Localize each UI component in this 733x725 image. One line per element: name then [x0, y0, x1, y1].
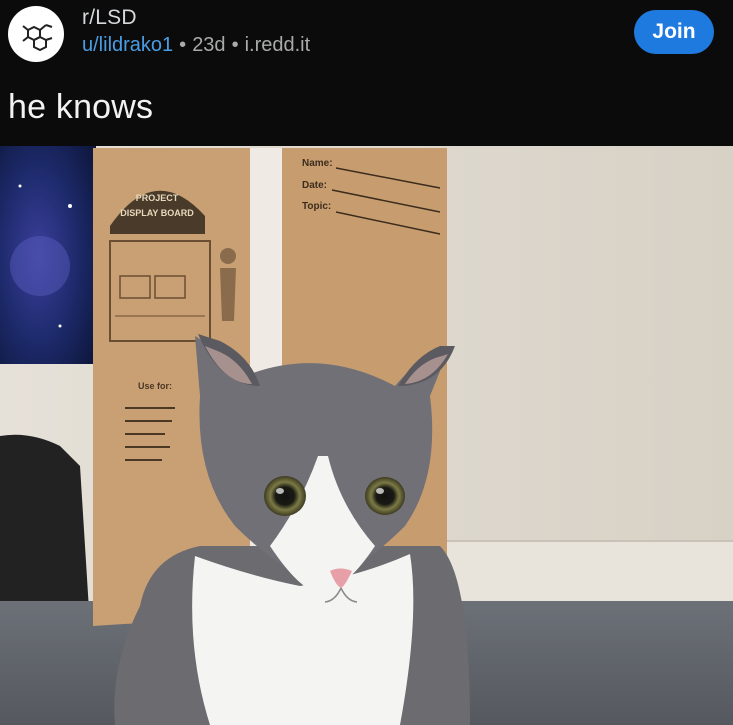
post-meta: u/lildrako1 • 23d • i.redd.it: [82, 34, 310, 57]
meta-separator: •: [179, 34, 187, 56]
post-title[interactable]: he knows: [8, 88, 153, 127]
date-label: Date:: [302, 180, 327, 191]
topic-label: Topic:: [302, 201, 331, 212]
post-image[interactable]: PROJECT DISPLAY BOARD Use for: Name: Dat…: [0, 146, 733, 725]
cat-left-eye: [264, 476, 306, 516]
badge-line1: PROJECT: [136, 193, 179, 203]
join-button[interactable]: Join: [634, 10, 714, 54]
badge-line2: DISPLAY BOARD: [120, 208, 194, 218]
author-link[interactable]: u/lildrako1: [82, 34, 173, 56]
molecule-icon: [22, 24, 53, 52]
cat-right-eye: [365, 477, 405, 515]
use-for-label: Use for:: [138, 381, 172, 391]
subreddit-avatar[interactable]: [8, 6, 64, 62]
cat-photo: PROJECT DISPLAY BOARD Use for: Name: Dat…: [0, 146, 733, 725]
post-domain[interactable]: i.redd.it: [245, 34, 311, 56]
subreddit-name[interactable]: r/LSD: [82, 6, 137, 30]
reddit-post: r/LSD u/lildrako1 • 23d • i.redd.it Join he …: [0, 0, 733, 725]
name-label: Name:: [302, 158, 333, 169]
meta-separator: •: [231, 34, 239, 56]
post-header: r/LSD u/lildrako1 • 23d • i.redd.it Join he …: [0, 0, 733, 146]
post-age: 23d: [192, 34, 226, 56]
